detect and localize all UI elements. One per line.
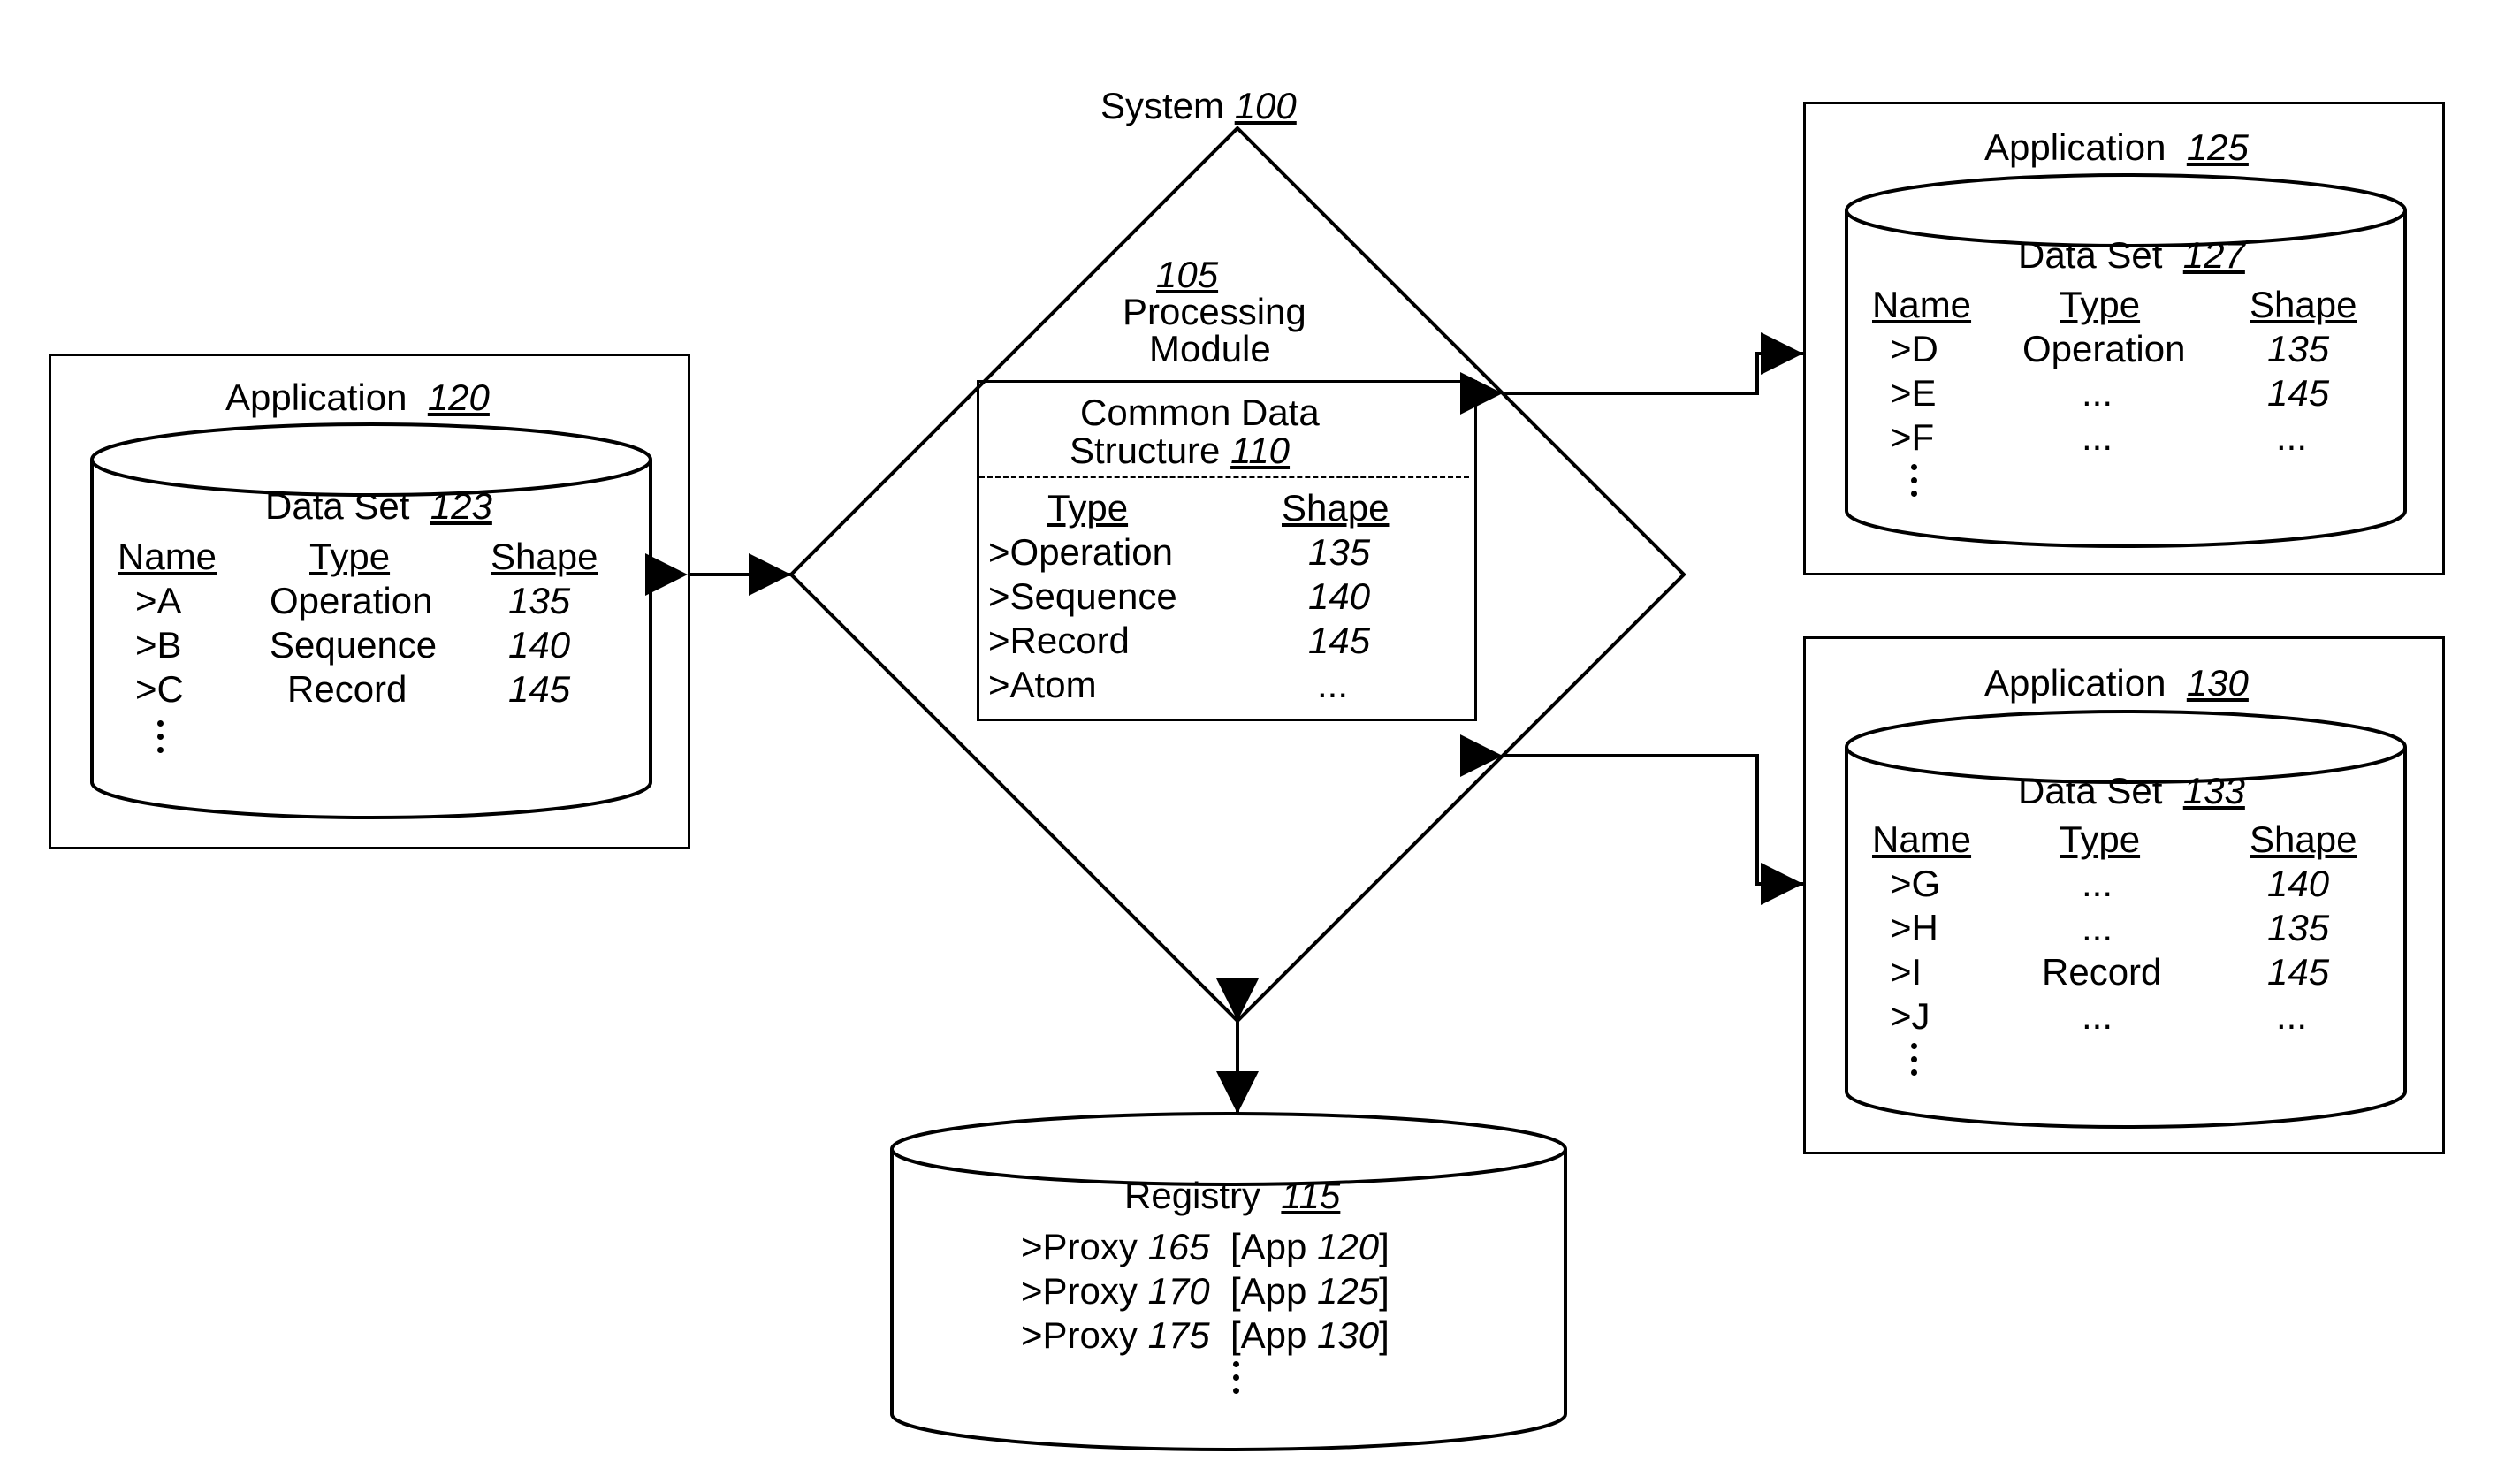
connectors: [0, 0, 2505, 1484]
